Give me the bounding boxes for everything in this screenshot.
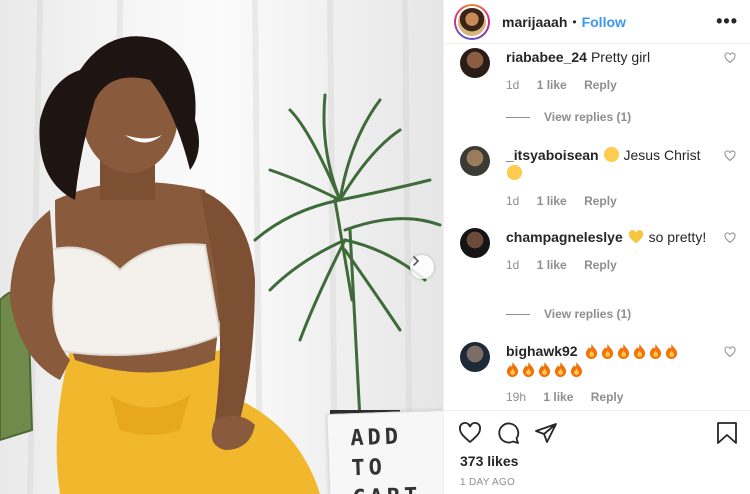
fire-emoji-icon (538, 361, 551, 377)
comment-text: Pretty girl (590, 49, 651, 65)
separator-dot: • (572, 14, 577, 29)
view-replies-button[interactable]: View replies (1) (506, 110, 631, 124)
post-photo[interactable]: ADD TO CART (0, 0, 443, 494)
comment-time[interactable]: 1d (506, 258, 519, 272)
comment-item: champagneleslye so pretty! 1d 1 like Rep… (460, 228, 736, 274)
commenter-avatar[interactable] (460, 48, 490, 78)
heart-icon[interactable] (724, 346, 736, 358)
comment-username[interactable]: bighawk92 (506, 343, 578, 359)
comment-item: bighawk92 19h 1 like Reply (460, 342, 736, 406)
follow-button[interactable]: Follow (582, 14, 626, 30)
likes-count[interactable]: 373 likes (460, 453, 518, 469)
view-replies-label: View replies (1) (544, 307, 632, 321)
post-side-panel: marijaaah • Follow ••• riababee_24 Pretty… (443, 0, 750, 494)
reply-button[interactable]: Reply (584, 194, 617, 208)
view-replies-label: View replies (1) (544, 110, 632, 124)
reply-button[interactable]: Reply (591, 390, 624, 404)
fire-emoji-icon (618, 343, 630, 359)
comment-likes[interactable]: 1 like (537, 78, 567, 92)
bookmark-icon[interactable] (716, 421, 738, 445)
post-header: marijaaah • Follow ••• (444, 0, 750, 44)
author-username[interactable]: marijaaah (502, 14, 567, 30)
reply-button[interactable]: Reply (584, 78, 617, 92)
fire-emoji-icon (634, 343, 646, 359)
comment-username[interactable]: _itsyaboisean (506, 147, 599, 163)
heart-icon[interactable] (458, 421, 482, 445)
heart-icon[interactable] (724, 232, 736, 244)
comment-likes[interactable]: 1 like (537, 258, 567, 272)
comment-likes[interactable]: 1 like (537, 194, 567, 208)
fire-emoji-icon (666, 343, 678, 359)
chevron-right-icon (413, 256, 420, 266)
heart-eyes-emoji-icon (603, 147, 619, 162)
post-date[interactable]: 1 DAY AGO (460, 477, 515, 488)
fire-emoji-icon (602, 343, 614, 359)
comment-text: Jesus Christ (623, 147, 701, 163)
fire-emoji-icon (650, 343, 662, 359)
lightbox-line-3: CART (352, 481, 443, 494)
lightbox-line-1: ADD (349, 424, 403, 452)
fire-emoji-icon (554, 361, 567, 377)
yellow-heart-emoji-icon (628, 230, 643, 244)
commenter-avatar[interactable] (460, 342, 490, 372)
lightbox-line-2: TO (350, 455, 387, 482)
comment-item: _itsyaboisean Jesus Christ 1d 1 like Rep… (460, 146, 736, 210)
author-avatar[interactable] (454, 3, 490, 40)
heart-icon[interactable] (724, 150, 736, 162)
comment-username[interactable]: champagneleslye (506, 229, 623, 245)
comments-list: riababee_24 Pretty girl 1d 1 like Reply V… (444, 44, 750, 410)
fire-emoji-icon (522, 361, 535, 377)
commenter-avatar[interactable] (460, 228, 490, 258)
post-actions: 373 likes 1 DAY AGO (444, 410, 750, 494)
sweat-smile-emoji-icon (507, 165, 522, 180)
comment-item: riababee_24 Pretty girl 1d 1 like Reply (460, 48, 736, 94)
comment-icon[interactable] (496, 421, 520, 445)
view-replies-button[interactable]: View replies (1) (506, 307, 631, 321)
comment-text: so pretty! (648, 229, 707, 245)
commenter-avatar[interactable] (460, 146, 490, 176)
replies-divider-line (506, 116, 530, 118)
more-options-icon[interactable]: ••• (716, 11, 738, 32)
comment-time[interactable]: 1d (506, 78, 519, 92)
replies-divider-line (506, 313, 530, 315)
next-photo-button[interactable] (410, 255, 434, 279)
reply-button[interactable]: Reply (584, 258, 617, 272)
heart-icon[interactable] (724, 52, 736, 64)
add-to-cart-lightbox: ADD TO CART (326, 409, 443, 494)
comment-time[interactable]: 19h (506, 390, 526, 404)
comment-likes[interactable]: 1 like (543, 390, 573, 404)
comment-time[interactable]: 1d (506, 194, 519, 208)
fire-emoji-icon (586, 343, 598, 359)
fire-emoji-icon (506, 361, 519, 377)
comment-username[interactable]: riababee_24 (506, 49, 587, 65)
fire-emoji-icon (570, 361, 583, 377)
share-icon[interactable] (534, 421, 558, 445)
